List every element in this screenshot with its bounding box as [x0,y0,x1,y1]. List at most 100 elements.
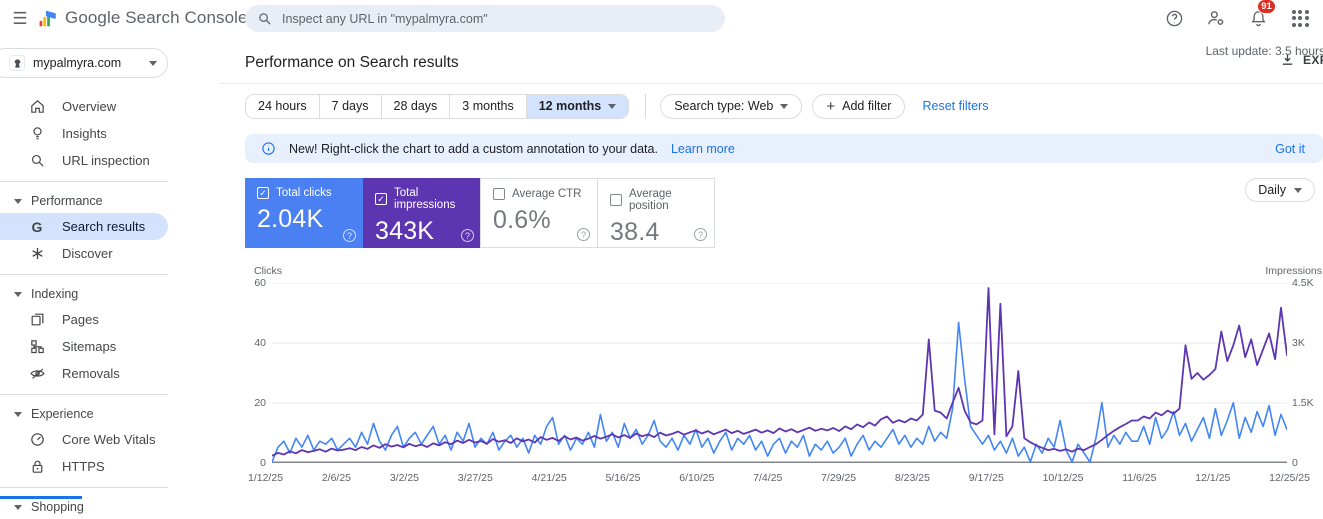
metric-value: 38.4 [610,218,704,247]
sidebar-divider [0,487,168,488]
checkbox-checked-icon[interactable]: ✓ [375,193,387,205]
total-clicks-card[interactable]: ✓ Total clicks 2.04K ? [245,178,363,248]
section-caret-icon [14,412,22,417]
last-update-text: Last update: 3.5 hours [1206,44,1323,58]
sidebar-item-label: Discover [62,246,113,261]
sitemaps-icon [28,338,46,356]
range-3-months[interactable]: 3 months [450,95,526,118]
sidebar-item-pages[interactable]: Pages [0,306,168,333]
x-tick: 4/21/25 [532,472,567,484]
help-icon[interactable]: ? [694,228,707,241]
chevron-down-icon [780,104,788,109]
right-axis-title: Impressions [1262,265,1322,277]
sidebar-item-sitemaps[interactable]: Sitemaps [0,333,168,360]
x-tick: 3/2/25 [390,472,419,484]
sidebar-item-label: Sitemaps [62,339,116,354]
checkbox-checked-icon[interactable]: ✓ [257,187,269,199]
sidebar-item-insights[interactable]: Insights [0,120,168,147]
x-tick: 12/1/25 [1195,472,1230,484]
sidebar-item-label: HTTPS [62,459,105,474]
reset-filters-link[interactable]: Reset filters [922,99,988,113]
info-icon [261,141,276,156]
left-axis-title: Clicks [254,265,282,277]
x-axis-labels: 1/12/25 2/6/25 3/2/25 3/27/25 4/21/25 5/… [248,472,1310,484]
notifications-button[interactable]: 91 [1245,5,1271,31]
granularity-dropdown[interactable]: Daily [1245,178,1315,202]
lock-icon [28,458,46,476]
x-tick: 7/29/25 [821,472,856,484]
metric-label: Total clicks [276,187,332,199]
y-tick: 20 [220,397,266,409]
sidebar-section-experience[interactable]: Experience [0,402,168,426]
sidebar-section-indexing[interactable]: Indexing [0,282,168,306]
x-tick: 9/17/25 [969,472,1004,484]
app-logo[interactable]: Google Search Console [38,8,248,28]
sidebar-item-search-results[interactable]: G Search results [0,213,168,240]
checkbox-unchecked-icon[interactable] [493,188,505,200]
range-28-days[interactable]: 28 days [382,95,451,118]
range-7-days[interactable]: 7 days [320,95,382,118]
app-title: Google Search Console [65,8,248,28]
x-tick: 5/16/25 [605,472,640,484]
sidebar-section-label: Experience [31,407,94,421]
sidebar-divider [0,394,168,395]
annotation-banner: New! Right-click the chart to add a cust… [245,134,1323,163]
user-settings-button[interactable] [1203,5,1229,31]
average-position-card[interactable]: Average position 38.4 ? [597,178,715,248]
y-tick: 0 [1292,457,1298,469]
range-24-hours[interactable]: 24 hours [246,95,320,118]
x-tick: 3/27/25 [458,472,493,484]
y-tick: 1.5K [1292,397,1314,409]
url-inspect-input[interactable] [282,12,713,26]
section-caret-icon [14,505,22,510]
google-apps-button[interactable] [1287,5,1313,31]
sidebar-item-discover[interactable]: Discover [0,240,168,267]
sidebar-item-label: URL inspection [62,153,150,168]
google-g-icon: G [28,218,46,236]
top-app-bar: ☰ Google Search Console [0,0,1323,38]
help-icon[interactable]: ? [461,229,474,242]
metric-label: Total impressions [394,187,471,211]
x-tick: 7/4/25 [753,472,782,484]
chevron-down-icon [608,104,616,109]
search-type-chip[interactable]: Search type: Web [660,94,802,119]
page-title: Performance on Search results [245,54,459,72]
date-range-segmented-control: 24 hours 7 days 28 days 3 months 12 mont… [245,94,629,119]
sidebar-item-removals[interactable]: Removals [0,360,168,387]
help-icon[interactable]: ? [577,228,590,241]
url-inspect-searchbar[interactable] [245,5,725,32]
sidebar-section-label: Indexing [31,287,78,301]
discover-asterisk-icon [28,245,46,263]
y-tick: 0 [220,457,266,469]
sidebar-item-core-web-vitals[interactable]: Core Web Vitals [0,426,168,453]
sidebar-section-performance[interactable]: Performance [0,189,168,213]
total-impressions-card[interactable]: ✓ Total impressions 343K ? [363,178,481,248]
help-icon[interactable]: ? [343,229,356,242]
eye-off-icon [28,365,46,383]
sidebar-item-overview[interactable]: Overview [0,93,168,120]
metric-value: 2.04K [257,205,353,234]
add-filter-chip[interactable]: + Add filter [812,94,905,119]
average-ctr-card[interactable]: Average CTR 0.6% ? [480,178,598,248]
pages-icon [28,311,46,329]
search-icon [257,11,272,26]
learn-more-link[interactable]: Learn more [671,142,735,156]
sidebar-section-label: Shopping [31,500,84,514]
help-button[interactable] [1161,5,1187,31]
sidebar-section-label: Performance [31,194,103,208]
sidebar-item-url-inspection[interactable]: URL inspection [0,147,168,174]
sidebar-item-https[interactable]: HTTPS [0,453,168,480]
performance-line-chart[interactable] [272,283,1287,463]
sidebar-item-label: Search results [62,219,145,234]
notification-count-badge: 91 [1257,0,1276,14]
hamburger-menu-icon[interactable]: ☰ [8,7,32,31]
checkbox-unchecked-icon[interactable] [610,194,622,206]
y-tick: 4.5K [1292,277,1314,289]
got-it-button[interactable]: Got it [1275,142,1305,156]
sidebar-item-label: Pages [62,312,99,327]
property-selector[interactable]: mypalmyra.com [0,48,168,78]
property-name: mypalmyra.com [33,56,141,70]
range-12-months[interactable]: 12 months [527,95,629,118]
x-tick: 6/10/25 [679,472,714,484]
sidebar-item-label: Core Web Vitals [62,432,155,447]
